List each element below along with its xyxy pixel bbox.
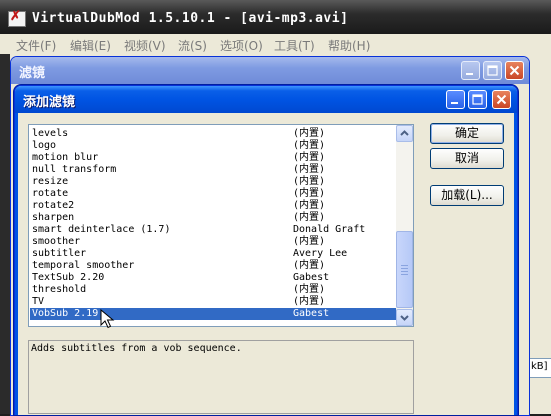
main-menubar: 文件(F) 编辑(E) 视频(V) 流(S) 选项(O) 工具(T) 帮助(H)	[0, 34, 551, 54]
chevron-up-icon	[400, 130, 409, 136]
filter-row-selected[interactable]: VobSub 2.19 Gabest	[30, 308, 398, 320]
scroll-thumb[interactable]	[396, 231, 413, 308]
minimize-icon	[462, 62, 479, 79]
filter-row[interactable]: null transform (内置)	[30, 164, 398, 176]
dialog-close-button[interactable]	[492, 90, 511, 109]
thumb-grip	[401, 265, 408, 266]
virtualdub-app-icon[interactable]: ✗	[8, 9, 26, 27]
mouse-cursor-icon	[100, 308, 116, 329]
thumb-grip	[401, 268, 408, 269]
filter-name: null transform	[32, 164, 117, 175]
filter-author: Gabest	[293, 308, 330, 319]
thumb-grip	[401, 271, 408, 272]
filter-name: temporal smoother	[32, 260, 135, 271]
filter-author: Gabest	[293, 272, 330, 283]
scroll-down-button[interactable]	[396, 309, 413, 326]
filter-row[interactable]: smart deinterlace (1.7) Donald Graft	[30, 224, 398, 236]
filter-author: (内置)	[293, 296, 326, 307]
filter-row[interactable]: logo (内置)	[30, 140, 398, 152]
filter-row[interactable]: temporal smoother (内置)	[30, 260, 398, 272]
maximize-icon	[469, 91, 486, 108]
filter-name: smoother	[32, 236, 81, 247]
filter-author: (内置)	[293, 152, 326, 163]
dialog-maximize-button[interactable]	[468, 90, 487, 109]
add-filter-titlebar[interactable]: 添加滤镜	[15, 86, 517, 113]
filter-name: subtitler	[32, 248, 87, 259]
main-titlebar[interactable]: ✗ VirtualDubMod 1.5.10.1 - [avi-mp3.avi]	[0, 0, 551, 34]
dialog-frame	[15, 113, 18, 415]
filter-row[interactable]: motion blur (内置)	[30, 152, 398, 164]
filter-description-box: Adds subtitles from a vob sequence.	[28, 340, 414, 414]
filter-author: (内置)	[293, 212, 326, 223]
filter-listbox[interactable]: levels (内置) logo (内置) motion blur (内置) null tr…	[28, 124, 414, 327]
filter-row[interactable]: TV (内置)	[30, 296, 398, 308]
filter-row[interactable]: threshold (内置)	[30, 284, 398, 296]
filter-name: TV	[32, 296, 45, 307]
filter-row[interactable]: levels (内置)	[30, 128, 398, 140]
filter-list-scrollbar[interactable]	[396, 125, 413, 326]
filter-name: logo	[32, 140, 57, 151]
status-text: kB]	[531, 361, 548, 372]
filter-row[interactable]: smoother (内置)	[30, 236, 398, 248]
filter-author: (内置)	[293, 188, 326, 199]
filter-name: levels	[32, 128, 69, 139]
filter-author: (内置)	[293, 200, 326, 211]
filter-row[interactable]: resize (内置)	[30, 176, 398, 188]
menu-options[interactable]: 选项(O)	[220, 37, 263, 54]
maximize-icon	[484, 62, 501, 79]
main-window-title: VirtualDubMod 1.5.10.1 - [avi-mp3.avi]	[32, 11, 349, 26]
filter-author: (内置)	[293, 164, 326, 175]
filters-close-button[interactable]	[505, 61, 524, 80]
filter-row[interactable]: rotate2 (内置)	[30, 200, 398, 212]
filter-author: (内置)	[293, 176, 326, 187]
cancel-button[interactable]: 取消	[430, 148, 504, 169]
chevron-down-icon	[400, 315, 409, 321]
filter-row[interactable]: sharpen (内置)	[30, 212, 398, 224]
load-button[interactable]: 加载(L)...	[430, 185, 504, 206]
filters-maximize-button[interactable]	[483, 61, 502, 80]
filters-titlebar[interactable]: 滤镜	[11, 57, 529, 84]
add-filter-title: 添加滤镜	[23, 95, 76, 110]
filters-minimize-button[interactable]	[461, 61, 480, 80]
video-pane-background	[0, 54, 10, 414]
dialog-frame	[514, 113, 517, 415]
filter-author: (内置)	[293, 236, 326, 247]
minimize-icon	[447, 91, 464, 108]
filter-author: (内置)	[293, 260, 326, 271]
filter-author: Donald Graft	[293, 224, 366, 235]
filter-row[interactable]: TextSub 2.20 Gabest	[30, 272, 398, 284]
filter-name: rotate2	[32, 200, 75, 211]
menu-streams[interactable]: 流(S)	[178, 37, 207, 54]
filter-author: (内置)	[293, 128, 326, 139]
menu-file[interactable]: 文件(F)	[16, 37, 56, 54]
filters-window-title: 滤镜	[19, 66, 46, 81]
filter-name: sharpen	[32, 212, 75, 223]
filter-name: threshold	[32, 284, 87, 295]
filter-row[interactable]: rotate (内置)	[30, 188, 398, 200]
menu-video[interactable]: 视频(V)	[124, 37, 166, 54]
filter-row[interactable]: subtitler Avery Lee	[30, 248, 398, 260]
close-icon	[493, 91, 510, 108]
filter-author: (内置)	[293, 140, 326, 151]
ok-button[interactable]: 确定	[430, 123, 504, 144]
menu-edit[interactable]: 编辑(E)	[70, 37, 111, 54]
filter-name: motion blur	[32, 152, 99, 163]
menu-help[interactable]: 帮助(H)	[328, 37, 370, 54]
filter-name: TextSub 2.20	[32, 272, 105, 283]
close-icon	[506, 62, 523, 79]
filter-name: VobSub 2.19	[32, 308, 99, 319]
filter-name: smart deinterlace (1.7)	[32, 224, 171, 235]
menu-tools[interactable]: 工具(T)	[274, 37, 315, 54]
filter-description: Adds subtitles from a vob sequence.	[31, 343, 242, 354]
filter-author: (内置)	[293, 284, 326, 295]
filter-name: rotate	[32, 188, 69, 199]
filter-author: Avery Lee	[293, 248, 348, 259]
filter-name: resize	[32, 176, 69, 187]
scroll-up-button[interactable]	[396, 125, 413, 142]
dialog-minimize-button[interactable]	[446, 90, 465, 109]
thumb-grip	[401, 274, 408, 275]
